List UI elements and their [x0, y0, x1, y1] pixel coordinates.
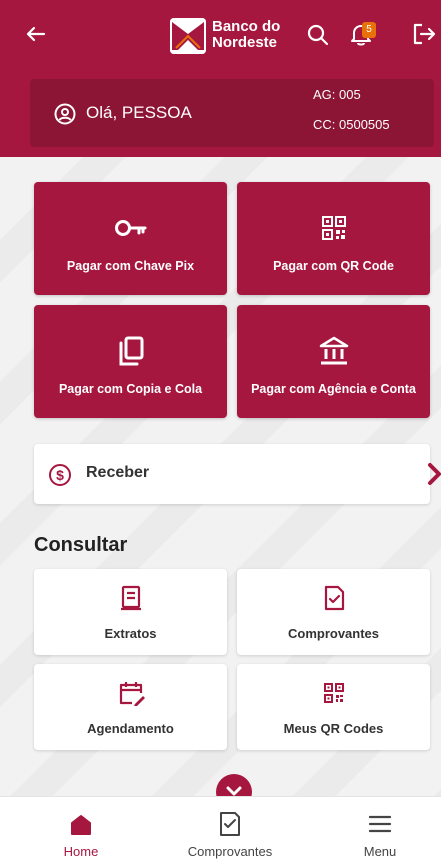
- calendar-edit-icon: [34, 678, 227, 708]
- receive-button[interactable]: $ Receber: [34, 444, 441, 504]
- logout-button[interactable]: [410, 20, 438, 48]
- tile-label: Comprovantes: [287, 626, 380, 641]
- tile-label: Pagar com Copia e Cola: [58, 382, 203, 396]
- account-number: CC: 0500505: [313, 117, 390, 132]
- pay-with-agency-account-button[interactable]: Pagar com Agência e Conta: [237, 305, 430, 418]
- notification-badge: 5: [362, 22, 376, 38]
- top-bar: Banco do Nordeste 5: [0, 14, 441, 60]
- search-button[interactable]: [305, 22, 331, 48]
- statements-button[interactable]: Extratos: [34, 569, 227, 655]
- dollar-circle-icon: $: [49, 464, 71, 486]
- key-icon: [34, 208, 227, 248]
- my-qr-codes-button[interactable]: Meus QR Codes: [237, 664, 430, 750]
- nav-home[interactable]: Home: [40, 797, 122, 861]
- agency-number: AG: 005: [313, 87, 361, 102]
- receipt-check-icon: [237, 583, 430, 613]
- user-greeting: Olá, PESSOA: [86, 103, 192, 122]
- bank-icon: [237, 331, 430, 371]
- logo-mark-icon: [170, 18, 206, 54]
- logo-text: Banco do Nordeste: [212, 19, 280, 51]
- tile-label: Agendamento: [87, 721, 174, 736]
- pay-with-copy-paste-button[interactable]: Pagar com Copia e Cola: [34, 305, 227, 418]
- consult-section-title: Consultar: [34, 534, 128, 556]
- logo-line-1: Banco do: [212, 18, 281, 35]
- bank-logo: Banco do Nordeste: [170, 18, 300, 54]
- bottom-navigation: Home Comprovantes Menu: [0, 796, 441, 861]
- tile-label: Pagar com Chave Pix: [66, 259, 195, 273]
- logout-icon: [413, 23, 436, 45]
- tile-label: Pagar com QR Code: [273, 259, 394, 273]
- menu-icon: [368, 815, 392, 833]
- arrow-left-icon: [26, 26, 46, 42]
- tile-label: Pagar com Agência e Conta: [251, 382, 416, 396]
- qr-code-icon: [237, 208, 430, 248]
- svg-text:$: $: [56, 467, 64, 483]
- logo-line-2: Nordeste: [212, 34, 278, 51]
- statement-icon: [34, 583, 227, 613]
- nav-menu[interactable]: Menu: [340, 797, 420, 861]
- tile-label: Extratos: [104, 626, 157, 641]
- scheduling-button[interactable]: Agendamento: [34, 664, 227, 750]
- nav-receipts[interactable]: Comprovantes: [170, 797, 290, 861]
- app-header: Banco do Nordeste 5 Olá, PESSOA AG: 005 …: [0, 0, 441, 157]
- qr-code-icon: [237, 678, 430, 708]
- chevron-right-icon: [428, 463, 441, 485]
- search-icon: [307, 24, 329, 46]
- copy-icon: [34, 331, 227, 371]
- account-card: Olá, PESSOA AG: 005 CC: 0500505: [30, 79, 434, 147]
- user-circle-icon: [54, 103, 76, 125]
- receipt-check-icon: [220, 812, 240, 836]
- pay-with-qr-code-button[interactable]: Pagar com QR Code: [237, 182, 430, 295]
- tile-label: Meus QR Codes: [283, 721, 384, 736]
- home-icon: [71, 815, 91, 835]
- nav-label: Menu: [363, 844, 397, 859]
- pay-with-pix-key-button[interactable]: Pagar com Chave Pix: [34, 182, 227, 295]
- receive-label: Receber: [86, 464, 150, 481]
- nav-label: Comprovantes: [187, 844, 273, 859]
- back-button[interactable]: [22, 20, 50, 48]
- receipts-button[interactable]: Comprovantes: [237, 569, 430, 655]
- nav-label: Home: [63, 844, 99, 859]
